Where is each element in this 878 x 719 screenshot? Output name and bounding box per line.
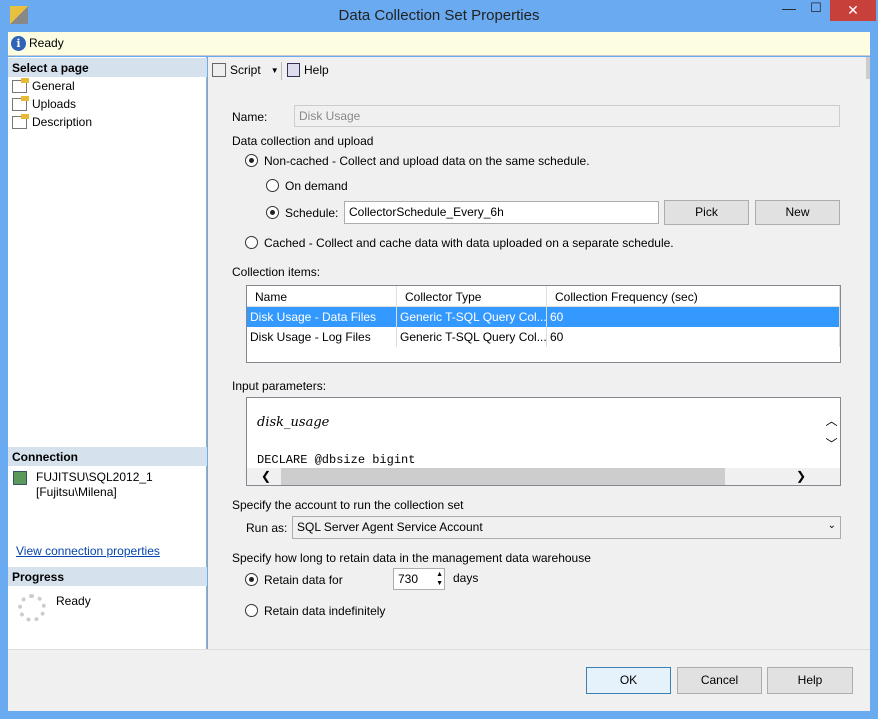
progress-spinner-icon <box>18 594 46 622</box>
on-demand-label: On demand <box>285 179 348 193</box>
param-title: disk_usage <box>257 415 330 430</box>
name-field[interactable]: Disk Usage <box>294 105 840 127</box>
window-title: Data Collection Set Properties <box>338 7 540 24</box>
help-label: Help <box>304 63 329 77</box>
schedule-field[interactable]: CollectorSchedule_Every_6h <box>344 201 659 224</box>
schedule-label: Schedule: <box>285 206 339 220</box>
param-code: DECLARE @dbsize bigint <box>257 453 416 467</box>
main-panel: Script ▼ Help Name: Disk Usage Data colle… <box>208 57 870 649</box>
minimize-button[interactable]: — <box>776 0 802 22</box>
cell-frequency: 60 <box>547 327 840 347</box>
horizontal-scrollbar[interactable]: ❮ ❯ <box>247 468 840 485</box>
name-label: Name: <box>232 110 268 124</box>
non-cached-radio[interactable] <box>245 154 258 167</box>
sidebar-item-description[interactable]: Description <box>12 113 92 131</box>
table-row[interactable]: Disk Usage - Data Files Generic T-SQL Qu… <box>247 307 840 327</box>
info-icon: i <box>11 36 26 51</box>
sidebar-item-general[interactable]: General <box>12 77 75 95</box>
run-as-value: SQL Server Agent Service Account <box>297 520 483 534</box>
chevron-down-icon[interactable]: ▼ <box>271 66 279 75</box>
script-button[interactable]: Script ▼ <box>212 63 279 77</box>
scroll-up-icon[interactable]: ︿ <box>823 412 840 429</box>
close-button[interactable]: ✕ <box>830 0 876 21</box>
retain-indefinitely-radio[interactable] <box>245 604 258 617</box>
toolbar-divider <box>281 62 282 80</box>
help-toolbar-button[interactable]: Help <box>287 63 329 77</box>
retain-for-label: Retain data for <box>264 573 343 587</box>
script-icon <box>212 63 226 77</box>
retain-for-radio[interactable] <box>245 573 258 586</box>
account-label: Specify the account to run the collectio… <box>232 498 464 512</box>
cell-frequency: 60 <box>547 307 840 327</box>
view-connection-properties-link[interactable]: View connection properties <box>16 544 160 558</box>
non-cached-label: Non-cached - Collect and upload data on … <box>264 154 590 168</box>
stepper-arrows-icon[interactable]: ▲ ▼ <box>436 570 443 588</box>
status-text: Ready <box>29 36 64 50</box>
page-icon <box>12 113 29 129</box>
vertical-scrollbar[interactable]: ︿ ﹀ <box>823 398 840 468</box>
scroll-right-icon[interactable]: ❯ <box>796 469 806 483</box>
title-bar: Data Collection Set Properties — ☐ ✕ <box>0 0 878 32</box>
column-header-collector-type[interactable]: Collector Type <box>397 286 547 307</box>
ok-button[interactable]: OK <box>586 667 671 694</box>
days-label: days <box>453 571 479 585</box>
scrollbar[interactable] <box>866 57 870 79</box>
retain-days-value: 730 <box>398 572 419 586</box>
collection-items-grid: Name Collector Type Collection Frequency… <box>246 285 841 363</box>
script-label: Script <box>230 63 261 77</box>
cancel-button[interactable]: Cancel <box>677 667 762 694</box>
select-page-header: Select a page <box>8 58 207 77</box>
sidebar-item-label: Uploads <box>32 97 77 111</box>
cell-name: Disk Usage - Data Files <box>247 307 397 327</box>
cached-radio[interactable] <box>245 236 258 249</box>
page-icon <box>12 77 29 93</box>
scroll-down-icon[interactable]: ﹀ <box>823 435 840 452</box>
dialog-footer: OK Cancel Help <box>8 649 870 711</box>
sidebar-item-uploads[interactable]: Uploads <box>12 95 76 113</box>
page-icon <box>12 95 29 111</box>
connection-server: FUJITSU\SQL2012_1 <box>36 470 153 484</box>
on-demand-radio[interactable] <box>266 179 279 192</box>
sidebar-item-label: Description <box>32 115 93 129</box>
help-button[interactable]: Help <box>767 667 853 694</box>
chevron-down-icon: ⌄ <box>827 520 836 531</box>
pick-button[interactable]: Pick <box>664 200 749 225</box>
cell-name: Disk Usage - Log Files <box>247 327 397 347</box>
retain-indefinitely-label: Retain data indefinitely <box>264 604 386 618</box>
scroll-left-icon[interactable]: ❮ <box>261 469 271 483</box>
column-header-name[interactable]: Name <box>247 286 397 307</box>
server-icon <box>13 471 27 485</box>
connection-user: [Fujitsu\Milena] <box>36 485 117 499</box>
new-button[interactable]: New <box>755 200 840 225</box>
run-as-select[interactable]: SQL Server Agent Service Account ⌄ <box>292 516 841 539</box>
help-icon <box>287 63 300 77</box>
retain-label: Specify how long to retain data in the m… <box>232 551 591 565</box>
cell-collector-type: Generic T-SQL Query Col... <box>397 327 547 347</box>
status-bar: i Ready <box>8 32 870 56</box>
input-parameters-label: Input parameters: <box>232 379 327 393</box>
sidebar-item-label: General <box>32 79 75 93</box>
maximize-button[interactable]: ☐ <box>803 0 829 22</box>
retain-days-stepper[interactable]: 730 ▲ ▼ <box>393 568 445 590</box>
column-header-frequency[interactable]: Collection Frequency (sec) <box>547 286 840 307</box>
sidebar: Select a page General Uploads Descriptio… <box>8 57 207 649</box>
cached-label: Cached - Collect and cache data with dat… <box>264 236 674 250</box>
progress-status: Ready <box>56 594 91 608</box>
cell-collector-type: Generic T-SQL Query Col... <box>397 307 547 327</box>
progress-header: Progress <box>8 567 207 586</box>
schedule-radio[interactable] <box>266 206 279 219</box>
data-collection-label: Data collection and upload <box>232 134 374 148</box>
collection-items-label: Collection items: <box>232 265 321 279</box>
input-parameters-editor[interactable]: disk_usage DECLARE @dbsize bigint ︿ ﹀ ❮ … <box>246 397 841 486</box>
scroll-thumb[interactable] <box>281 468 725 485</box>
run-as-label: Run as: <box>246 521 288 535</box>
table-row[interactable]: Disk Usage - Log Files Generic T-SQL Que… <box>247 327 840 347</box>
connection-header: Connection <box>8 447 207 466</box>
